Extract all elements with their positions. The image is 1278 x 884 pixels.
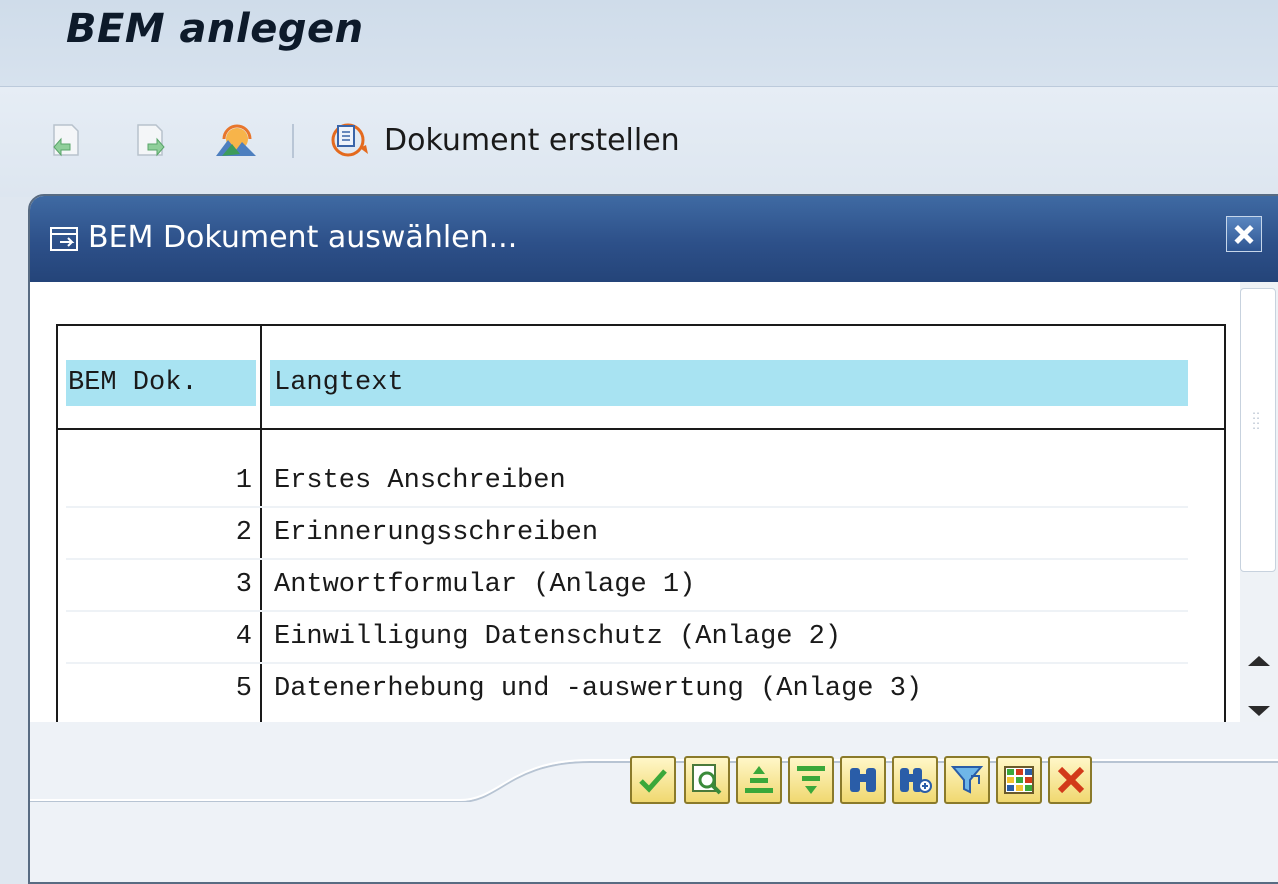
vertical-scrollbar[interactable]: :::: — [1240, 282, 1278, 722]
page-title: BEM anlegen — [66, 6, 364, 52]
filter-funnel-icon[interactable] — [944, 756, 990, 804]
row-separator — [66, 610, 1188, 612]
row-separator — [66, 662, 1188, 664]
landscape-image-icon[interactable] — [214, 122, 260, 158]
row-text[interactable]: Erinnerungsschreiben — [270, 510, 1188, 556]
row-number[interactable]: 3 — [66, 562, 256, 608]
sort-descending-icon[interactable] — [788, 756, 834, 804]
create-document-button[interactable]: Dokument erstellen — [322, 118, 680, 162]
row-text[interactable]: Antwortformular (Anlage 1) — [270, 562, 1188, 608]
row-number[interactable]: 2 — [66, 510, 256, 556]
row-text[interactable]: Einwilligung Datenschutz (Anlage 2) — [270, 614, 1188, 660]
toolbar-separator — [292, 124, 294, 158]
row-separator — [66, 558, 1188, 560]
find-next-binoculars-icon[interactable] — [892, 756, 938, 804]
window-titlebar: BEM anlegen — [0, 0, 1278, 86]
row-number[interactable]: 1 — [66, 458, 256, 504]
details-magnify-icon[interactable] — [684, 756, 730, 804]
grip-icon: :::: — [1252, 408, 1261, 432]
find-binoculars-icon[interactable] — [840, 756, 886, 804]
create-document-label: Dokument erstellen — [384, 122, 680, 158]
row-text[interactable]: Datenerhebung und -auswertung (Anlage 3) — [270, 666, 1188, 712]
dialog-title: BEM Dokument auswählen... — [88, 220, 518, 255]
column-divider — [260, 326, 262, 724]
dialog-header: BEM Dokument auswählen... — [30, 196, 1278, 282]
row-text[interactable]: Erstes Anschreiben — [270, 458, 1188, 504]
close-icon[interactable] — [1226, 216, 1262, 252]
create-document-icon — [331, 123, 368, 157]
layout-grid-icon[interactable] — [996, 756, 1042, 804]
dialog-window-icon — [50, 227, 78, 251]
column-header-langtext[interactable]: Langtext — [270, 360, 1188, 406]
forward-page-icon[interactable] — [134, 122, 170, 158]
column-header-number[interactable]: BEM Dok. — [66, 360, 256, 406]
sort-ascending-icon[interactable] — [736, 756, 782, 804]
row-number[interactable]: 5 — [66, 666, 256, 712]
confirm-check-icon[interactable] — [630, 756, 676, 804]
dialog-body: BEM Dok. Langtext 1 Erstes Anschreiben 2… — [30, 282, 1278, 724]
row-number[interactable]: 4 — [66, 614, 256, 660]
back-page-icon[interactable] — [48, 122, 84, 158]
scroll-up-icon[interactable] — [1244, 638, 1274, 678]
cancel-x-icon[interactable] — [1048, 756, 1092, 804]
header-divider — [56, 428, 1226, 430]
select-document-dialog: BEM Dokument auswählen... BEM Dok. Langt… — [28, 194, 1278, 884]
row-separator — [66, 506, 1188, 508]
